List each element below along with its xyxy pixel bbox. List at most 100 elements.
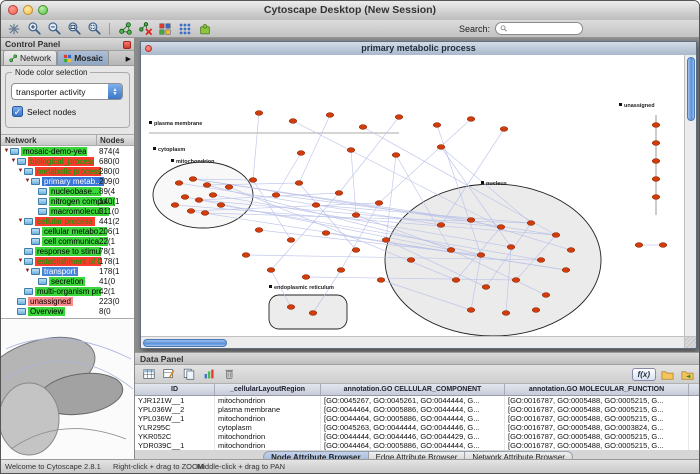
network-node[interactable] [352, 213, 360, 218]
vizmapper-button[interactable] [156, 21, 174, 37]
tree-node-label[interactable]: biological_process [28, 157, 94, 166]
attribute-matrix-button[interactable] [200, 366, 217, 382]
network-node[interactable] [447, 248, 455, 253]
network-node[interactable] [562, 268, 570, 273]
network-node[interactable] [437, 223, 445, 228]
network-node[interactable] [171, 203, 179, 208]
select-nodes-checkbox[interactable]: ✓ [12, 106, 23, 117]
tree-node-label[interactable]: metabolic process [35, 167, 101, 176]
network-node[interactable] [181, 195, 189, 200]
network-node[interactable] [437, 145, 445, 150]
table-cell[interactable]: YJR121W__1 [135, 396, 215, 405]
horizontal-scroll-thumb[interactable] [143, 339, 227, 347]
tree-row[interactable]: nitrogen compo...140(1 [1, 196, 134, 206]
network-node[interactable] [652, 159, 660, 164]
network-edge[interactable] [253, 113, 259, 180]
network-node[interactable] [392, 153, 400, 158]
tree-row[interactable]: response to stimul...78(1 [1, 246, 134, 256]
tree-node-label[interactable]: response to stimul... [35, 247, 101, 256]
tree-node-label[interactable]: establishment of l... [35, 257, 101, 266]
table-cell[interactable]: [GO:0016787, GO:0005488, GO:0003824, G..… [505, 423, 689, 432]
table-cell[interactable]: [GO:0016787, GO:0005488, GO:0005215, G..… [505, 414, 689, 423]
formula-builder-button[interactable]: f(x) [632, 368, 656, 381]
column-header[interactable]: _cellularLayoutRegion [215, 384, 321, 395]
search-input[interactable] [495, 22, 583, 35]
node-color-dropdown[interactable]: transporter activity ▲▼ [11, 83, 123, 100]
tree-row[interactable]: ▼primary metab...209(0 [1, 176, 134, 186]
layout-button[interactable] [176, 21, 194, 37]
frame-titlebar[interactable]: primary metabolic process [141, 42, 696, 56]
table-cell[interactable]: cytoplasm [215, 423, 321, 432]
tree-row[interactable]: ▼mosaic-demo-yeast874(4 [1, 146, 134, 156]
column-header[interactable]: annotation.GO CELLULAR_COMPONENT [321, 384, 505, 395]
network-node[interactable] [652, 177, 660, 182]
table-cell[interactable]: [GO:0016787, GO:0005488, GO:0005215, G..… [505, 441, 689, 450]
network-node[interactable] [255, 111, 263, 116]
tree-row[interactable]: cellular metabo...206(1 [1, 226, 134, 236]
zoom-out-button[interactable] [45, 21, 63, 37]
tab-network[interactable]: Network [3, 50, 57, 65]
tree-node-label[interactable]: mosaic-demo-yeast [21, 147, 87, 156]
network-node[interactable] [500, 127, 508, 132]
tree-row[interactable]: Overview8(0 [1, 306, 134, 316]
table-cell[interactable]: mitochondrion [215, 432, 321, 441]
table-row[interactable]: YDR039C__1mitochondrion[GO:0044464, GO:0… [135, 441, 700, 450]
tree-row[interactable]: ▼cellular process441(2 [1, 216, 134, 226]
network-node[interactable] [217, 203, 225, 208]
tree-node-label[interactable]: secretion [49, 277, 85, 286]
network-node[interactable] [359, 125, 367, 130]
vertical-scrollbar[interactable] [684, 55, 696, 336]
network-node[interactable] [467, 218, 475, 223]
network-node[interactable] [335, 191, 343, 196]
network-edge[interactable] [276, 153, 301, 195]
table-cell[interactable]: [GO:0044464, GO:0005886, GO:0044444, G..… [321, 414, 505, 423]
resize-grip[interactable] [684, 336, 696, 348]
network-edge[interactable] [339, 117, 399, 193]
network-node[interactable] [201, 211, 209, 216]
table-cell[interactable]: [GO:0016787, GO:0005488, GO:0005215, G..… [505, 432, 689, 441]
tree-row[interactable]: cell communica...22(1 [1, 236, 134, 246]
table-cell[interactable]: [GO:0044464, GO:0005886, GO:0044444, G..… [321, 405, 505, 414]
table-cell[interactable]: [GO:0016787, GO:0005488, GO:0005215, G..… [505, 396, 689, 405]
tab-overflow-arrow[interactable]: ▶ [126, 55, 134, 65]
vertical-scroll-thumb[interactable] [687, 57, 695, 121]
expand-arrow-icon[interactable]: ▼ [17, 256, 24, 266]
network-node[interactable] [652, 141, 660, 146]
network-node[interactable] [567, 248, 575, 253]
network-graph[interactable]: plasma membranecytoplasmmitochondrionnuc… [141, 55, 684, 336]
network-node[interactable] [659, 243, 667, 248]
select-attributes-button[interactable] [140, 366, 157, 382]
expand-arrow-icon[interactable]: ▼ [3, 146, 10, 156]
network-node[interactable] [407, 258, 415, 263]
table-cell[interactable]: [GO:0044464, GO:0005886, GO:0044444, G..… [321, 441, 505, 450]
network-node[interactable] [497, 225, 505, 230]
table-cell[interactable]: plasma membrane [215, 405, 321, 414]
tree-header-nodes[interactable]: Nodes [97, 135, 134, 145]
network-node[interactable] [395, 115, 403, 120]
zoom-fit-button[interactable] [65, 21, 83, 37]
table-cell[interactable]: [GO:0045263, GO:0044444, GO:0044446, G..… [321, 423, 505, 432]
tree-node-label[interactable]: primary metab... [42, 177, 104, 186]
tree-row[interactable]: ▼biological_process680(0 [1, 156, 134, 166]
network-node[interactable] [326, 113, 334, 118]
table-cell[interactable]: [GO:0044444, GO:0044446, GO:0044429, G..… [321, 432, 505, 441]
network-node[interactable] [297, 151, 305, 156]
destroy-network-button[interactable] [136, 21, 154, 37]
table-cell[interactable]: YDR039C__1 [135, 441, 215, 450]
network-node[interactable] [482, 285, 490, 290]
network-node[interactable] [175, 181, 183, 186]
network-node[interactable] [375, 201, 383, 206]
network-node[interactable] [433, 123, 441, 128]
network-node[interactable] [337, 268, 345, 273]
network-node[interactable] [295, 181, 303, 186]
network-node[interactable] [309, 311, 317, 316]
zoom-selected-button[interactable] [85, 21, 103, 37]
expand-arrow-icon[interactable]: ▼ [17, 216, 24, 226]
tree-row[interactable]: ▼transport178(1 [1, 266, 134, 276]
network-node[interactable] [652, 195, 660, 200]
network-node[interactable] [467, 117, 475, 122]
tree-row[interactable]: ▼establishment of l...178(1 [1, 256, 134, 266]
network-node[interactable] [255, 228, 263, 233]
network-node[interactable] [452, 278, 460, 283]
expand-arrow-icon[interactable]: ▼ [24, 266, 31, 276]
